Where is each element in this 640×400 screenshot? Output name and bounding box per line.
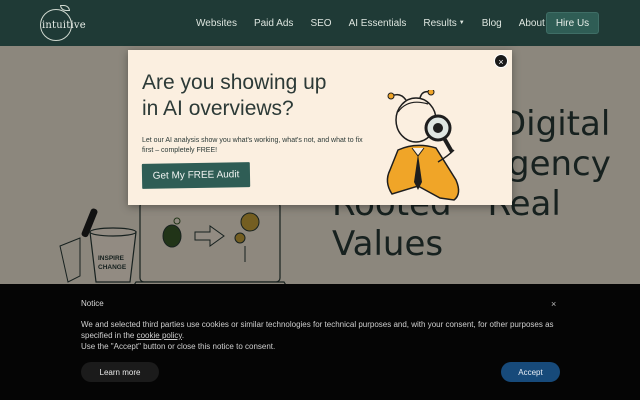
cookie-text: We and selected third parties use cookie…	[81, 319, 561, 352]
popup-title-line: Are you showing up	[142, 71, 327, 94]
accept-button[interactable]: Accept	[501, 362, 560, 382]
cookie-text-line2: Use the "Accept" button or close this no…	[81, 342, 276, 351]
nav-seo[interactable]: SEO	[310, 18, 331, 29]
nav-paid-ads[interactable]: Paid Ads	[254, 18, 293, 29]
logo[interactable]: intuitive	[40, 5, 88, 41]
nav-links: Websites Paid Ads SEO AI Essentials Resu…	[196, 0, 553, 46]
ai-audit-popup: Are you showing up in AI overviews? Let …	[128, 50, 512, 205]
get-free-audit-button[interactable]: Get My FREE Audit	[141, 162, 251, 189]
nav-blog[interactable]: Blog	[482, 18, 502, 29]
popup-title-line: in AI overviews?	[142, 97, 294, 120]
popup-title: Are you showing up in AI overviews?	[142, 70, 372, 122]
top-nav: intuitive Websites Paid Ads SEO AI Essen…	[0, 0, 640, 46]
cookie-policy-link[interactable]: cookie policy	[137, 331, 182, 340]
popup-close-icon[interactable]: ×	[494, 54, 508, 68]
nav-about-label: About	[518, 17, 545, 29]
nav-results-label: Results	[423, 17, 457, 29]
cookie-close-icon[interactable]: ×	[551, 299, 556, 309]
chevron-down-icon: ▼	[458, 19, 465, 26]
cookie-text-part: .	[181, 331, 185, 340]
popup-body: Let our AI analysis show you what's work…	[142, 137, 363, 154]
nav-websites[interactable]: Websites	[196, 18, 237, 29]
hire-us-button[interactable]: Hire Us	[546, 12, 599, 34]
learn-more-button[interactable]: Learn more	[81, 362, 159, 382]
nav-ai-essentials[interactable]: AI Essentials	[349, 18, 407, 29]
magnifier-person-illustration	[386, 90, 460, 201]
cookie-title: Notice	[81, 299, 104, 308]
logo-wordmark: intuitive	[42, 20, 86, 31]
nav-results[interactable]: Results ▼	[423, 18, 464, 29]
cookie-banner: Notice × We and selected third parties u…	[0, 284, 640, 400]
